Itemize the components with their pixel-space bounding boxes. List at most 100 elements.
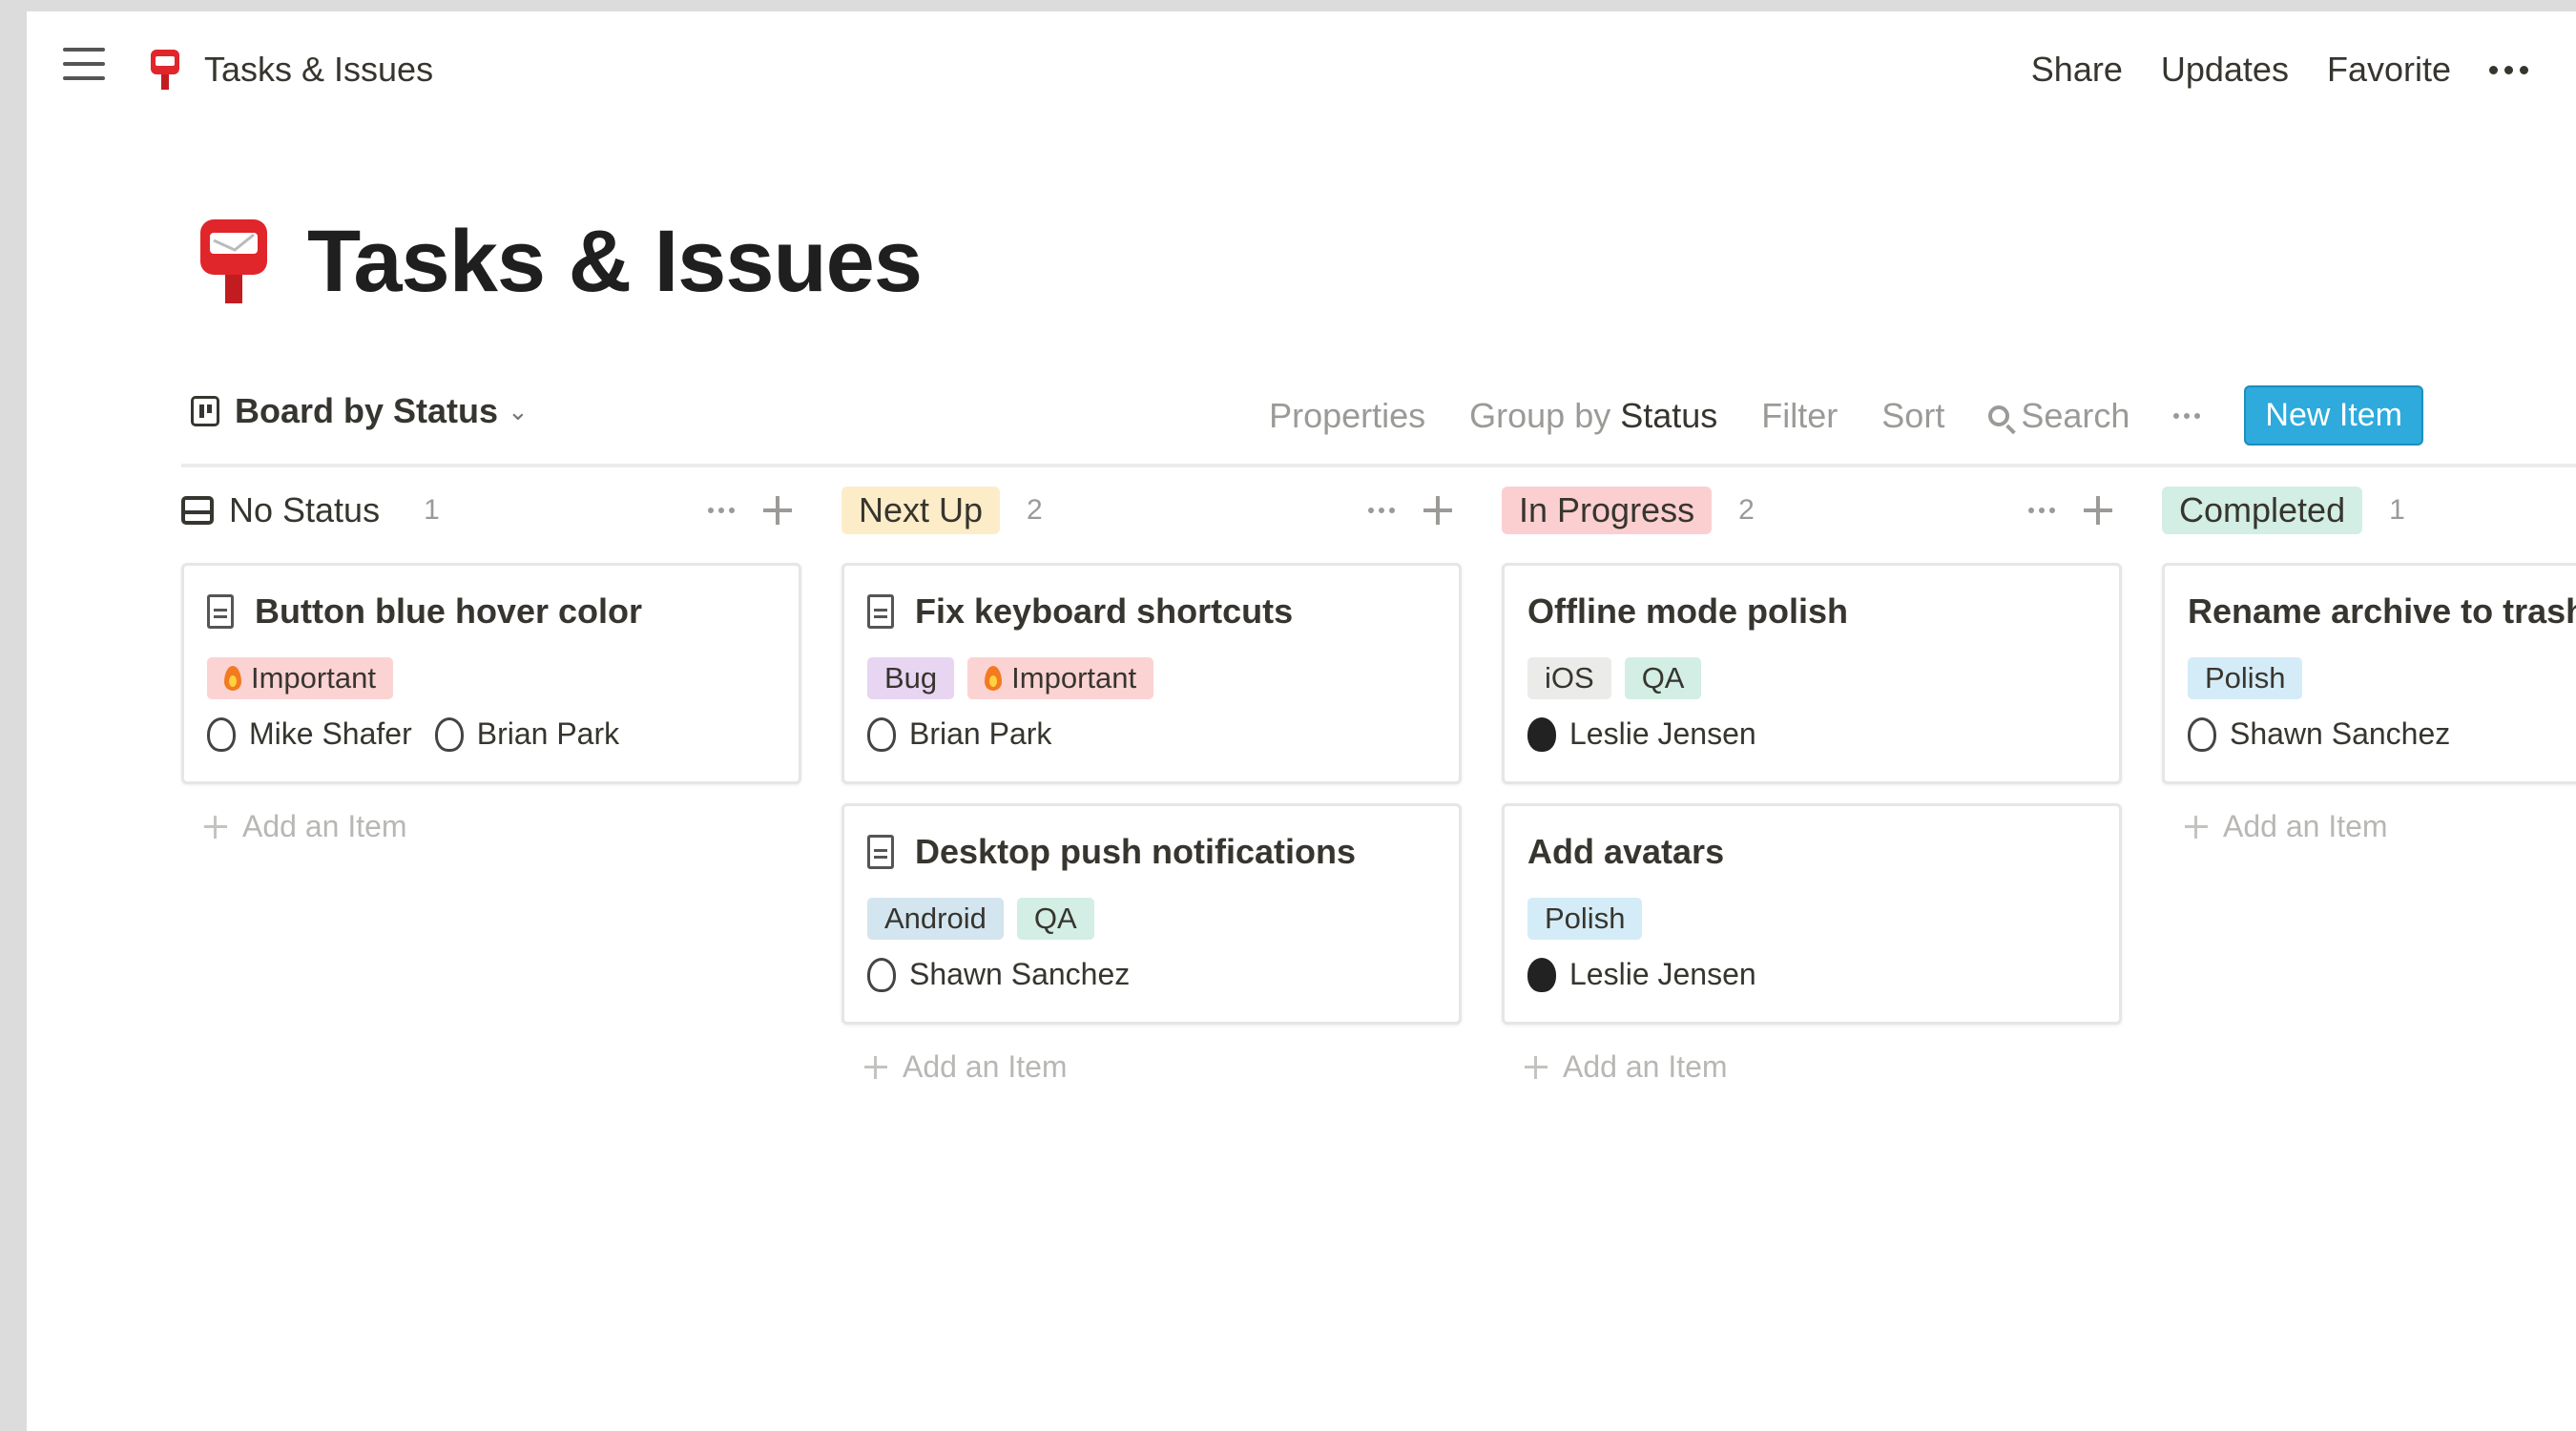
- tag: Important: [207, 657, 393, 699]
- group-by-value: Status: [1620, 395, 1718, 435]
- column-header: Completed 1: [2162, 479, 2576, 542]
- board-column: In Progress 2 Offline mode polish iOS QA Lesl…: [1502, 479, 2122, 1085]
- assignee-name: Shawn Sanchez: [909, 957, 1131, 991]
- page-title[interactable]: Tasks & Issues: [307, 212, 923, 312]
- favorite-button[interactable]: Favorite: [2327, 50, 2451, 90]
- fire-icon: [985, 666, 1003, 691]
- add-item-button[interactable]: Add an Item: [2162, 809, 2576, 844]
- plus-icon: [1525, 1055, 1548, 1079]
- new-item-button[interactable]: New Item: [2244, 385, 2423, 446]
- column-header: In Progress 2: [1502, 479, 2122, 542]
- tag: Polish: [1527, 898, 1643, 940]
- notion-window: Tasks & Issues Share Updates Favorite Ta…: [27, 11, 2576, 1431]
- filter-button[interactable]: Filter: [1761, 396, 1838, 436]
- assignee: Brian Park: [867, 716, 1051, 752]
- board-card[interactable]: Add avatars Polish Leslie Jensen: [1502, 803, 2122, 1025]
- card-assignees: Mike Shafer Brian Park: [207, 716, 776, 752]
- view-more-icon[interactable]: [2173, 412, 2201, 419]
- card-tags: Important: [207, 657, 776, 699]
- share-button[interactable]: Share: [2031, 50, 2123, 90]
- card-title-row: Fix keyboard shortcuts: [867, 585, 1436, 638]
- add-item-button[interactable]: Add an Item: [1502, 1049, 2122, 1085]
- card-title-row: Desktop push notifications: [867, 825, 1436, 879]
- view-tools: Properties Group by Status Filter Sort S…: [1269, 385, 2423, 446]
- card-assignees: Shawn Sanchez: [867, 957, 1436, 992]
- card-tags: iOS QA: [1527, 657, 2096, 699]
- avatar-icon: [1527, 716, 1556, 752]
- column-more-icon[interactable]: [1368, 508, 1395, 513]
- avatar-icon: [1527, 957, 1556, 992]
- tag: Important: [967, 657, 1154, 699]
- card-assignees: Shawn Sanchez: [2188, 716, 2576, 752]
- more-options-icon[interactable]: [2489, 65, 2528, 74]
- assignee: Mike Shafer: [207, 716, 412, 752]
- board-card[interactable]: Offline mode polish iOS QA Leslie Jensen: [1502, 563, 2122, 784]
- assignee: Shawn Sanchez: [867, 957, 1130, 992]
- hamburger-menu-icon[interactable]: [63, 48, 105, 80]
- search-icon: [1988, 404, 2010, 426]
- sort-button[interactable]: Sort: [1881, 396, 1944, 436]
- column-more-icon[interactable]: [708, 508, 735, 513]
- tag-label: Bug: [884, 661, 938, 695]
- add-item-button[interactable]: Add an Item: [181, 809, 801, 844]
- column-more-icon[interactable]: [2028, 508, 2055, 513]
- tag-label: Android: [884, 902, 987, 935]
- group-by-button[interactable]: Group by Status: [1469, 396, 1717, 436]
- updates-button[interactable]: Updates: [2161, 50, 2289, 90]
- plus-icon: [2185, 815, 2208, 839]
- column-add-icon[interactable]: [1423, 496, 1452, 525]
- column-label[interactable]: Completed: [2162, 487, 2363, 534]
- column-header: Next Up 2: [841, 479, 1462, 542]
- assignee-name: Mike Shafer: [249, 716, 412, 751]
- view-label: Board by Status: [235, 391, 499, 430]
- breadcrumb-title[interactable]: Tasks & Issues: [204, 50, 433, 90]
- search-button[interactable]: Search: [1988, 396, 2129, 436]
- board-column: No Status 1 Button blue hover color Importa…: [181, 479, 801, 1085]
- avatar-icon: [867, 716, 896, 752]
- assignee-name: Brian Park: [476, 716, 620, 751]
- view-selector[interactable]: Board by Status ⌄: [191, 391, 529, 431]
- board-card[interactable]: Fix keyboard shortcuts Bug Important Brian …: [841, 563, 1462, 784]
- assignee: Brian Park: [434, 716, 620, 752]
- tag-label: Polish: [1545, 902, 1626, 935]
- avatar-icon: [434, 716, 464, 752]
- tag-label: QA: [1033, 902, 1077, 935]
- column-label[interactable]: In Progress: [1502, 487, 1713, 534]
- plus-icon: [204, 815, 227, 839]
- card-title: Rename archive to trash: [2188, 591, 2576, 631]
- group-by-prefix: Group by: [1469, 395, 1611, 435]
- postbox-page-icon[interactable]: [197, 212, 271, 305]
- tag: Bug: [867, 657, 955, 699]
- assignee-name: Brian Park: [909, 716, 1052, 751]
- tag-label: QA: [1641, 661, 1685, 695]
- column-tools: [708, 496, 792, 525]
- column-add-icon[interactable]: [763, 496, 792, 525]
- card-tags: Bug Important: [867, 657, 1436, 699]
- column-tools: [2028, 496, 2112, 525]
- board-card[interactable]: Desktop push notifications Android QA Shawn…: [841, 803, 1462, 1025]
- card-tags: Polish: [2188, 657, 2576, 699]
- tag-label: Important: [251, 661, 376, 695]
- assignee: Shawn Sanchez: [2188, 716, 2450, 752]
- column-label[interactable]: Next Up: [841, 487, 1001, 534]
- avatar-icon: [207, 716, 236, 752]
- properties-button[interactable]: Properties: [1269, 396, 1425, 436]
- add-item-label: Add an Item: [903, 1049, 1068, 1084]
- fire-icon: [224, 666, 241, 691]
- column-add-icon[interactable]: [2084, 496, 2112, 525]
- card-title-row: Button blue hover color: [207, 585, 776, 638]
- kanban-board: No Status 1 Button blue hover color Importa…: [181, 479, 2576, 1085]
- board-card[interactable]: Button blue hover color Important Mike Sha…: [181, 563, 801, 784]
- tag-label: iOS: [1545, 661, 1594, 695]
- card-title: Fix keyboard shortcuts: [915, 591, 1294, 631]
- assignee: Leslie Jensen: [1527, 957, 1756, 992]
- tag-label: Important: [1011, 661, 1137, 695]
- board-card[interactable]: Rename archive to trash Polish Shawn Sanch…: [2162, 563, 2576, 784]
- board-column: Completed 1 Rename archive to trash Polish S…: [2162, 479, 2576, 1085]
- column-label[interactable]: No Status: [229, 487, 398, 534]
- card-assignees: Leslie Jensen: [1527, 957, 2096, 992]
- add-item-button[interactable]: Add an Item: [841, 1049, 1462, 1085]
- column-count: 2: [1027, 494, 1043, 526]
- tag-label: Polish: [2205, 661, 2286, 695]
- board-view-icon: [191, 396, 219, 426]
